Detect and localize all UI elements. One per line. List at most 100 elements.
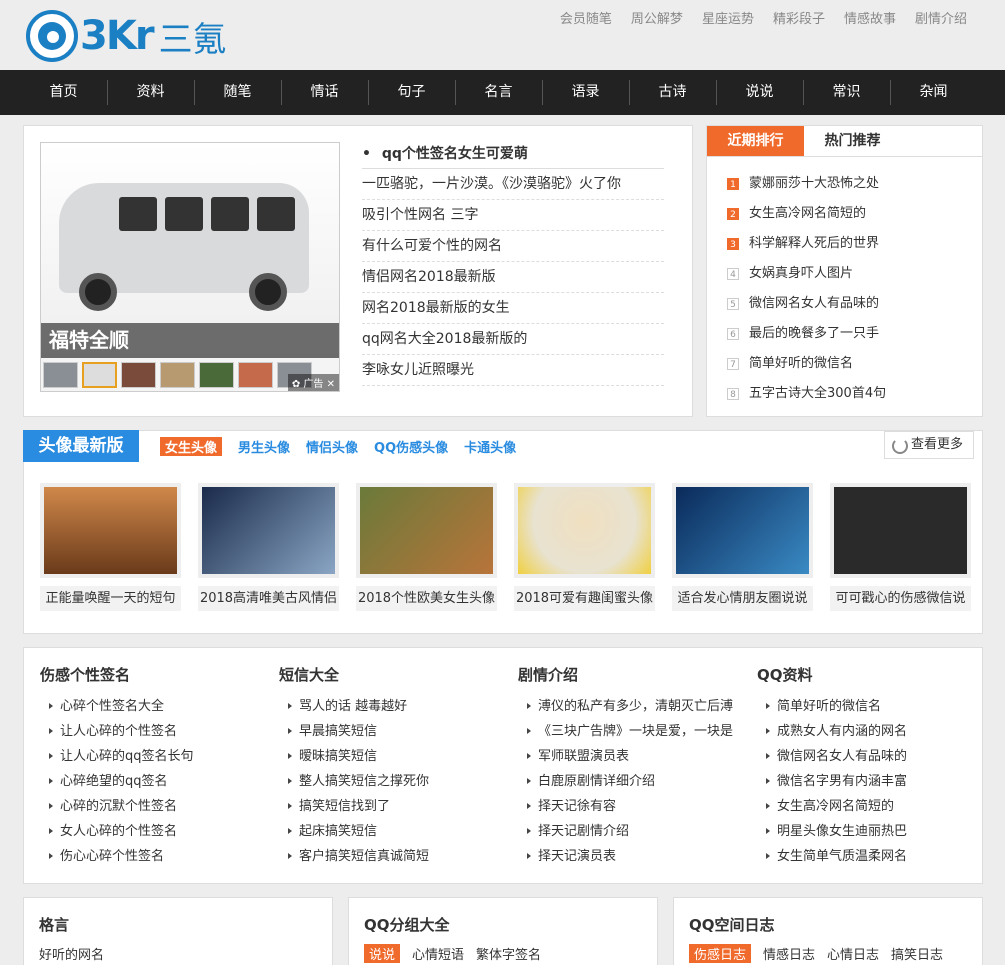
- list-item[interactable]: 一匹骆驼，一片沙漠。《沙漠骆驼》火了你: [362, 169, 664, 200]
- nav-item[interactable]: 常识: [803, 70, 890, 115]
- panel-title[interactable]: 格言: [39, 914, 69, 935]
- panel-title[interactable]: QQ空间日志: [689, 914, 775, 935]
- list-item[interactable]: 溥仪的私产有多少，清朝灭亡后溥: [518, 694, 738, 719]
- list-item[interactable]: 暧昧搞笑短信: [279, 744, 499, 769]
- list-item[interactable]: 简单好听的微信名: [757, 694, 977, 719]
- list-item[interactable]: 让人心碎的个性签名: [40, 719, 260, 744]
- tag-link[interactable]: 伤感日志: [689, 944, 752, 963]
- list-item[interactable]: 网名2018最新版的女生: [362, 293, 664, 324]
- tag-link[interactable]: 心情日志: [827, 944, 879, 963]
- list-item[interactable]: 6 最后的晚餐多了一只手: [727, 319, 982, 349]
- list-item[interactable]: 客户搞笑短信真诚简短: [279, 844, 499, 869]
- column-title[interactable]: 剧情介绍: [518, 664, 738, 690]
- column-title[interactable]: 伤感个性签名: [40, 664, 260, 690]
- tag-link[interactable]: 好听的网名: [39, 944, 104, 963]
- toplink[interactable]: 周公解梦: [631, 8, 683, 27]
- list-item[interactable]: 伤心心碎个性签名: [40, 844, 260, 869]
- list-item[interactable]: 早晨搞笑短信: [279, 719, 499, 744]
- list-item[interactable]: 成熟女人有内涵的网名: [757, 719, 977, 744]
- toplink[interactable]: 情感故事: [844, 8, 896, 27]
- cat-male[interactable]: 男生头像: [238, 437, 290, 456]
- list-item[interactable]: 2 女生高冷网名简短的: [727, 199, 982, 229]
- list-item[interactable]: 择天记剧情介绍: [518, 819, 738, 844]
- avatar-card[interactable]: 2018可爱有趣闺蜜头像: [514, 483, 655, 611]
- list-item[interactable]: 整人搞笑短信之撑死你: [279, 769, 499, 794]
- list-item[interactable]: 《三块广告牌》一块是爱，一块是: [518, 719, 738, 744]
- avatar-card[interactable]: 2018高清唯美古风情侣: [198, 483, 339, 611]
- list-item[interactable]: 搞笑短信找到了: [279, 794, 499, 819]
- list-item[interactable]: 4 女娲真身吓人图片: [727, 259, 982, 289]
- tab-recent[interactable]: 近期排行: [707, 126, 804, 156]
- list-item[interactable]: 8 五字古诗大全300首4句: [727, 379, 982, 409]
- list-item[interactable]: 1 蒙娜丽莎十大恐怖之处: [727, 169, 982, 199]
- close-icon[interactable]: ✕: [327, 379, 335, 390]
- list-item[interactable]: 微信名字男有内涵丰富: [757, 769, 977, 794]
- tab-hot[interactable]: 热门推荐: [804, 126, 901, 156]
- nav-item[interactable]: 杂闻: [890, 70, 977, 115]
- avatar-card[interactable]: 2018个性欧美女生头像: [356, 483, 497, 611]
- site-logo[interactable]: 3Kr 三氪: [26, 8, 227, 64]
- list-item[interactable]: 女生简单气质温柔网名: [757, 844, 977, 869]
- nav-item[interactable]: 资料: [107, 70, 194, 115]
- thumbnail[interactable]: [121, 362, 156, 388]
- list-item[interactable]: 择天记演员表: [518, 844, 738, 869]
- avatar-card[interactable]: 可可戳心的伤感微信说: [830, 483, 971, 611]
- list-item[interactable]: 白鹿原剧情详细介绍: [518, 769, 738, 794]
- list-item[interactable]: 有什么可爱个性的网名: [362, 231, 664, 262]
- list-item[interactable]: 起床搞笑短信: [279, 819, 499, 844]
- list-item[interactable]: 3 科学解释人死后的世界: [727, 229, 982, 259]
- list-item[interactable]: 女生高冷网名简短的: [757, 794, 977, 819]
- tag-link[interactable]: 情感日志: [763, 944, 815, 963]
- list-item[interactable]: 心碎的沉默个性签名: [40, 794, 260, 819]
- toplink[interactable]: 精彩段子: [773, 8, 825, 27]
- nav-item[interactable]: 说说: [716, 70, 803, 115]
- toplink[interactable]: 剧情介绍: [915, 8, 967, 27]
- cat-sad[interactable]: QQ伤感头像: [374, 437, 448, 456]
- list-item[interactable]: 7 简单好听的微信名: [727, 349, 982, 379]
- tag-link[interactable]: 心情短语: [412, 944, 464, 963]
- news-headline[interactable]: qq个性签名女生可爱萌: [362, 138, 664, 169]
- thumbnail[interactable]: [43, 362, 78, 388]
- cat-female[interactable]: 女生头像: [160, 437, 223, 456]
- thumbnail[interactable]: [199, 362, 234, 388]
- toplink[interactable]: 星座运势: [702, 8, 754, 27]
- avatar-card[interactable]: 正能量唤醒一天的短句: [40, 483, 181, 611]
- nav-item[interactable]: 随笔: [194, 70, 281, 115]
- column-title[interactable]: 短信大全: [279, 664, 499, 690]
- ad-badge[interactable]: ✿ 广告 ✕: [287, 374, 339, 391]
- tag-link[interactable]: 繁体字签名: [476, 944, 541, 963]
- cat-cartoon[interactable]: 卡通头像: [464, 437, 516, 456]
- column-title[interactable]: QQ资料: [757, 664, 977, 690]
- nav-item[interactable]: 古诗: [629, 70, 716, 115]
- list-item[interactable]: 择天记徐有容: [518, 794, 738, 819]
- list-item[interactable]: 军师联盟演员表: [518, 744, 738, 769]
- tag-link[interactable]: 搞笑日志: [891, 944, 943, 963]
- nav-item[interactable]: 句子: [368, 70, 455, 115]
- list-item[interactable]: 微信网名女人有品味的: [757, 744, 977, 769]
- toplink[interactable]: 会员随笔: [560, 8, 612, 27]
- nav-item[interactable]: 名言: [455, 70, 542, 115]
- list-item[interactable]: 心碎绝望的qq签名: [40, 769, 260, 794]
- nav-item[interactable]: 情话: [281, 70, 368, 115]
- tag-link[interactable]: 说说: [364, 944, 401, 963]
- thumbnail[interactable]: [238, 362, 273, 388]
- nav-item[interactable]: 语录: [542, 70, 629, 115]
- view-more-button[interactable]: 查看更多: [883, 431, 974, 459]
- nav-item[interactable]: 首页: [20, 70, 107, 115]
- list-item[interactable]: 李咏女儿近照曝光: [362, 355, 664, 386]
- cat-couple[interactable]: 情侣头像: [306, 437, 358, 456]
- list-item[interactable]: 情侣网名2018最新版: [362, 262, 664, 293]
- list-item[interactable]: 让人心碎的qq签名长句: [40, 744, 260, 769]
- list-item[interactable]: 吸引个性网名 三字: [362, 200, 664, 231]
- list-item[interactable]: 骂人的话 越毒越好: [279, 694, 499, 719]
- list-item[interactable]: qq网名大全2018最新版的: [362, 324, 664, 355]
- panel-title[interactable]: QQ分组大全: [364, 914, 450, 935]
- thumbnail[interactable]: [160, 362, 195, 388]
- list-item[interactable]: 5 微信网名女人有品味的: [727, 289, 982, 319]
- list-item[interactable]: 明星头像女生迪丽热巴: [757, 819, 977, 844]
- thumbnail[interactable]: [82, 362, 117, 388]
- image-slider[interactable]: 福特全顺 ✿ 广告 ✕: [40, 142, 340, 392]
- avatar-card[interactable]: 适合发心情朋友圈说说: [672, 483, 813, 611]
- list-item[interactable]: 女人心碎的个性签名: [40, 819, 260, 844]
- list-item[interactable]: 心碎个性签名大全: [40, 694, 260, 719]
